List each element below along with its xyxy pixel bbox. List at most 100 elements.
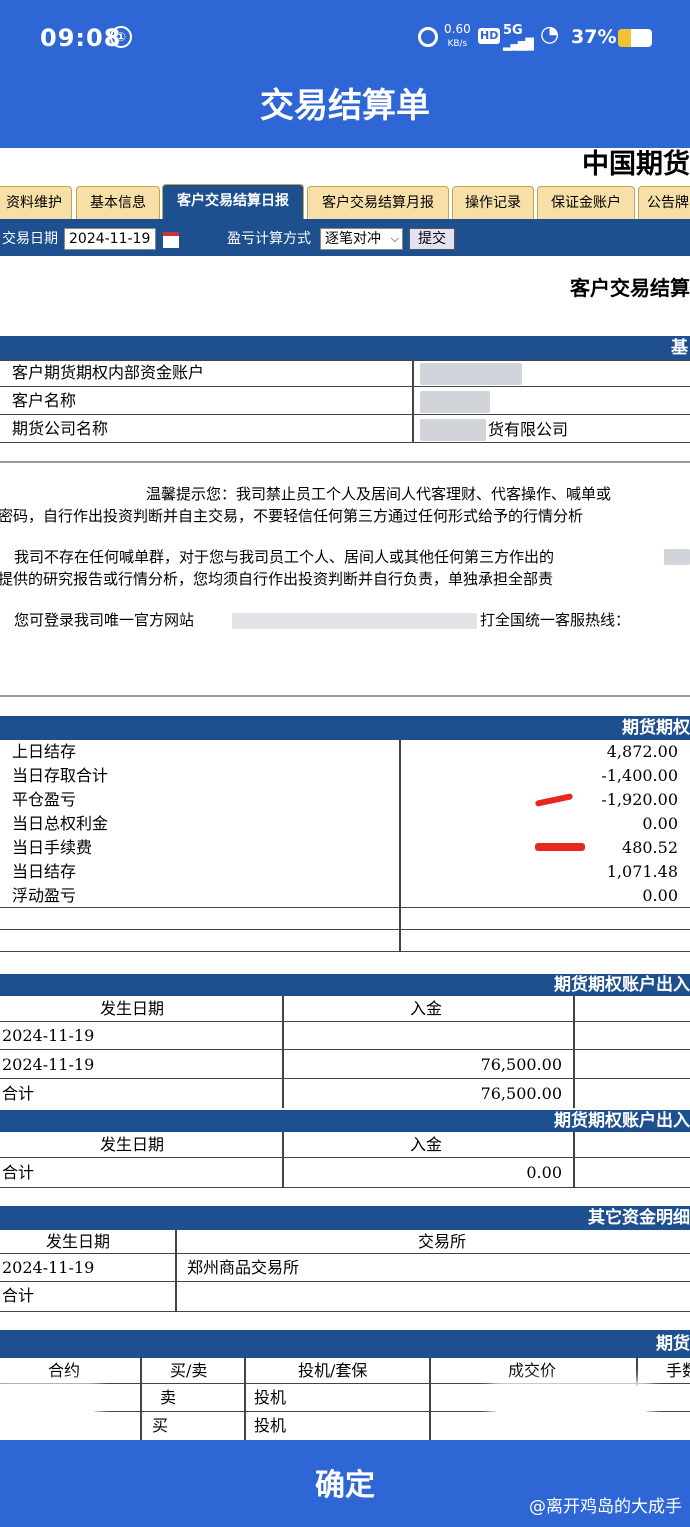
basic-section-title: 基 (671, 338, 688, 358)
date-input[interactable]: 2024-11-19 (64, 228, 156, 250)
redacted-company (420, 419, 486, 441)
table-header-row: 发生日期 入金 (0, 996, 690, 1022)
hd-icon: HD (478, 28, 501, 44)
column-header: 买/卖 (170, 1361, 208, 1380)
notice-divider (0, 695, 690, 697)
redacted-name (420, 391, 490, 413)
other-funds-section-header: 其它资金明细 (0, 1206, 690, 1230)
calendar-icon[interactable] (163, 232, 179, 248)
tab-bulletin[interactable]: 公告牌 (638, 186, 690, 219)
battery-icon (618, 29, 652, 47)
column-header: 入金 (410, 999, 443, 1018)
column-header: 合约 (48, 1361, 81, 1380)
network-speed-unit: KB/s (447, 39, 468, 49)
trades-section-header: 期货 (0, 1330, 690, 1358)
notification-icon: ① (110, 26, 132, 48)
row-side: 卖 (160, 1388, 177, 1407)
other-funds-section-title: 其它资金明细 (588, 1208, 690, 1228)
report-title: 客户交易结算 (570, 276, 690, 300)
row-side: 买 (152, 1416, 169, 1435)
pl-method-select[interactable]: 逐笔对冲 ⌵ (320, 228, 403, 250)
row-label: 期货公司名称 (12, 419, 109, 438)
notice-line: 温馨提示您：我司禁止员工个人及居间人代客理财、代客操作、喊单或 (146, 485, 612, 503)
row-value: 4,872.00 (606, 742, 678, 761)
row-label: 客户期货期权内部资金账户 (12, 363, 205, 382)
chevron-down-icon: ⌵ (390, 232, 399, 245)
wifi-icon: ◔ (540, 22, 560, 47)
withdraw-section-header: 期货期权账户出入 (0, 1110, 690, 1132)
redacted-contract (0, 1388, 94, 1440)
row-value: 货有限公司 (488, 420, 569, 439)
row-date: 2024-11-19 (2, 1026, 95, 1045)
basic-table: 客户期货期权内部资金账户 客户名称 期货公司名称 货有限公司 (0, 360, 690, 443)
row-exchange: 郑州商品交易所 (187, 1258, 300, 1277)
network-type: 5G (503, 23, 523, 38)
total-label: 合计 (2, 1286, 35, 1305)
row-label: 上日结存 (12, 742, 77, 761)
table-row: 平仓盈亏 -1,920.00 (0, 788, 690, 812)
row-label: 平仓盈亏 (12, 790, 77, 809)
row-label: 浮动盈亏 (12, 886, 77, 905)
tab-operation-log[interactable]: 操作记录 (452, 186, 534, 219)
row-label: 当日总权利金 (12, 814, 109, 833)
deposit-section-title: 期货期权账户出入 (554, 975, 690, 995)
redacted-website (232, 613, 477, 629)
basic-section-header: 基 (0, 336, 690, 360)
tab-account-maintenance[interactable]: 资料维护 (0, 186, 72, 219)
tab-margin-account[interactable]: 保证金账户 (537, 186, 635, 219)
notice-line: 提供的研究报告或行情分析，您均须自行作出投资判断并自行负责，单独承担全部责 (0, 570, 554, 588)
tab-basic-info[interactable]: 基本信息 (76, 186, 160, 219)
column-header: 发生日期 (100, 1135, 165, 1154)
table-row: 浮动盈亏 0.00 (0, 884, 690, 908)
table-row (0, 930, 690, 952)
submit-button[interactable]: 提交 (409, 228, 455, 250)
notice-line: 打全国统一客服热线： (480, 611, 631, 629)
total-value: 0.00 (526, 1163, 562, 1182)
row-value: 0.00 (642, 814, 678, 833)
table-row: 2024-11-19 郑州商品交易所 (0, 1254, 690, 1282)
table-row: 当日总权利金 0.00 (0, 812, 690, 836)
funds-section-header: 期货期权 (0, 716, 690, 740)
table-row: 期货公司名称 货有限公司 (0, 415, 690, 443)
total-value: 76,500.00 (480, 1084, 562, 1103)
row-value: 480.52 (622, 838, 678, 857)
statement-webview[interactable]: 中国期货 资料维护 基本信息 客户交易结算日报 客户交易结算月报 操作记录 保证… (0, 148, 690, 1440)
row-label: 当日存取合计 (12, 766, 109, 785)
notice-line: 密码，自行作出投资判断并自主交易，不要轻信任何第三方通过任何形式给予的行情分析 (0, 507, 584, 525)
redacted-account (420, 363, 522, 385)
alarm-icon (418, 27, 438, 47)
column-divider (412, 361, 414, 443)
filter-bar: 交易日期 2024-11-19 盈亏计算方式 逐笔对冲 ⌵ 提交 (0, 222, 690, 256)
table-header-row: 发生日期 入金 (0, 1132, 690, 1158)
company-name: 中国期货 (582, 149, 690, 180)
notice-divider (0, 461, 690, 463)
redacted-text (664, 549, 690, 565)
column-header: 发生日期 (46, 1232, 111, 1251)
table-total-row: 合计 (0, 1282, 690, 1312)
table-row (0, 908, 690, 930)
column-header: 交易所 (418, 1232, 467, 1251)
row-value: 1,071.48 (606, 862, 678, 881)
table-row: 2024-11-19 76,500.00 (0, 1050, 690, 1079)
table-row: 2024-11-19 (0, 1022, 690, 1050)
row-value: -1,400.00 (601, 766, 678, 785)
column-header: 投机/套保 (298, 1361, 368, 1380)
bottom-bar: 确定 @离开鸡岛的大成手 (0, 1440, 690, 1527)
tab-daily-statement[interactable]: 客户交易结算日报 (162, 184, 304, 219)
row-date: 2024-11-19 (2, 1258, 95, 1277)
watermark: @离开鸡岛的大成手 (529, 1497, 682, 1517)
network-speed: 0.60 KB/s (444, 23, 471, 51)
red-annotation-mark (535, 843, 585, 851)
notice-line: 我司不存在任何喊单群，对于您与我司员工个人、居间人或其他任何第三方作出的 (14, 548, 555, 566)
table-row: 当日结存 1,071.48 (0, 860, 690, 884)
status-bar: 09:08 ① 0.60 KB/s HD 5G ▂▄▆█ ◔ 37% (0, 0, 690, 78)
row-date: 2024-11-19 (2, 1055, 95, 1074)
deposit-table: 发生日期 入金 2024-11-19 2024-11-19 76,500.00 合计… (0, 996, 690, 1108)
table-row: 客户期货期权内部资金账户 (0, 361, 690, 387)
total-label: 合计 (2, 1084, 35, 1103)
total-label: 合计 (2, 1163, 35, 1182)
tab-monthly-statement[interactable]: 客户交易结算月报 (307, 186, 449, 219)
withdraw-section-title: 期货期权账户出入 (554, 1111, 690, 1131)
row-label: 客户名称 (12, 391, 77, 410)
pl-method-label: 盈亏计算方式 (227, 231, 311, 247)
